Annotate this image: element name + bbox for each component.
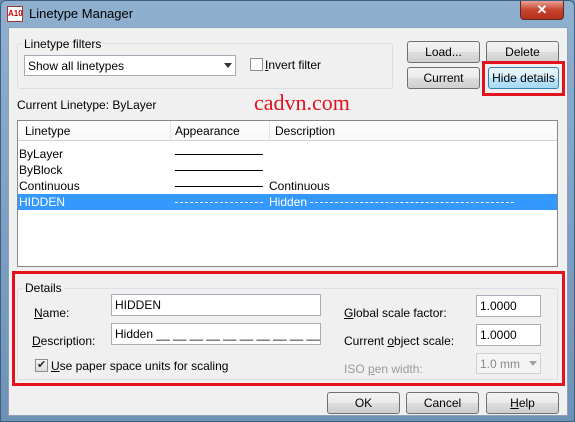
list-item[interactable]: ByLayer xyxy=(18,146,557,162)
current-linetype-row: Current Linetype: ByLayer xyxy=(17,98,156,112)
column-header-description[interactable]: Description xyxy=(275,124,335,138)
column-header-appearance[interactable]: Appearance xyxy=(175,124,240,138)
appearance-sample xyxy=(175,186,263,187)
dialog-client-area: Linetype filters Show all linetypes Inve… xyxy=(8,27,568,416)
current-button[interactable]: Current xyxy=(407,67,480,89)
column-header-linetype[interactable]: Linetype xyxy=(25,124,70,138)
invert-filter-label[interactable]: Invert filter xyxy=(265,58,321,72)
annotation-box-hide-details xyxy=(482,61,565,96)
linetype-manager-window: A10 Linetype Manager ✕ Linetype filters … xyxy=(0,0,575,422)
linetype-filter-value: Show all linetypes xyxy=(28,59,125,73)
linetype-list[interactable]: Linetype Appearance Description ByLayer … xyxy=(17,120,558,267)
close-button[interactable]: ✕ xyxy=(520,1,564,20)
linetype-description: Hidden xyxy=(269,195,308,209)
ok-button[interactable]: OK xyxy=(327,392,400,414)
linetype-filters-label: Linetype filters xyxy=(22,37,104,51)
current-linetype-value: ByLayer xyxy=(112,98,157,112)
list-item[interactable]: Continuous Continuous xyxy=(18,178,557,194)
linetype-description: Continuous xyxy=(269,179,330,193)
cancel-button[interactable]: Cancel xyxy=(406,392,479,414)
annotation-box-details xyxy=(12,271,565,386)
linetype-name: ByBlock xyxy=(19,163,63,177)
linetype-filter-dropdown[interactable]: Show all linetypes xyxy=(24,55,236,76)
linetype-name: ByLayer xyxy=(19,147,64,161)
current-linetype-label: Current Linetype: xyxy=(17,98,110,112)
watermark-text: cadvn.com xyxy=(254,90,350,115)
autocad-app-icon: A10 xyxy=(7,6,23,22)
delete-button[interactable]: Delete xyxy=(486,41,559,63)
invert-filter-checkbox[interactable] xyxy=(250,58,263,71)
invert-filter-text: nvert filter xyxy=(268,58,322,72)
title-bar[interactable]: A10 Linetype Manager ✕ xyxy=(1,1,574,27)
list-header: Linetype Appearance Description xyxy=(18,121,557,141)
appearance-sample xyxy=(175,170,263,171)
column-divider[interactable] xyxy=(170,121,171,141)
window-title: Linetype Manager xyxy=(29,6,134,21)
appearance-sample xyxy=(175,202,263,203)
list-item-selected[interactable]: HIDDEN Hidden xyxy=(18,194,557,210)
load-button[interactable]: Load... xyxy=(407,41,480,63)
description-dash-pattern xyxy=(310,202,514,203)
column-divider[interactable] xyxy=(269,121,270,141)
appearance-sample xyxy=(175,154,263,155)
linetype-name: HIDDEN xyxy=(19,195,66,209)
help-button[interactable]: Help xyxy=(486,392,559,414)
chevron-down-icon xyxy=(224,63,232,68)
linetype-name: Continuous xyxy=(19,179,80,193)
list-item[interactable]: ByBlock xyxy=(18,162,557,178)
